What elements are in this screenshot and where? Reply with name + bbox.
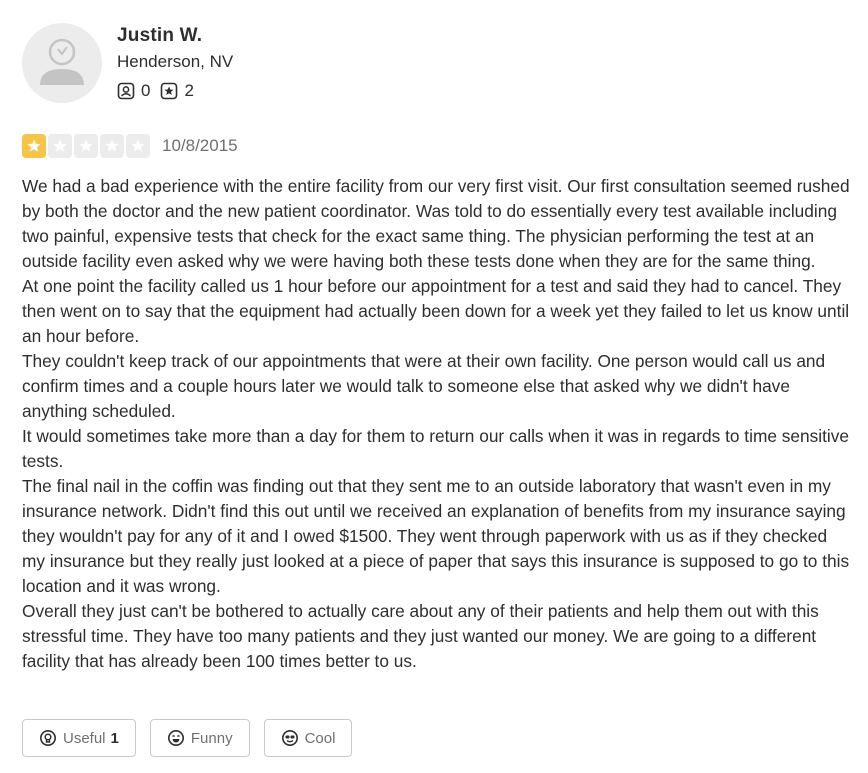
funny-button[interactable]: Funny [149,719,250,757]
review-star-icon [161,82,178,100]
useful-count: 1 [110,729,119,747]
reviews-stat: 2 [160,81,194,101]
star-icon [48,134,72,158]
default-user-icon [40,38,84,85]
useful-label: Useful [63,729,106,747]
friends-stat: 0 [117,81,150,101]
cool-label: Cool [304,729,336,747]
lightbulb-icon [40,730,56,746]
star-icon [22,134,46,158]
useful-button[interactable]: Useful 1 [22,719,136,757]
review-paragraph: Overall they just can't be bothered to a… [22,601,819,671]
friends-icon [117,82,135,100]
review-paragraph: It would sometimes take more than a day … [22,426,849,471]
cool-button[interactable]: Cool [263,719,353,757]
star-icon [100,134,124,158]
user-location: Henderson, NV [117,52,234,71]
laughing-face-icon [167,730,184,746]
star-icon [126,134,150,158]
user-name[interactable]: Justin W. [117,25,202,47]
star-rating [22,134,152,158]
avatar[interactable] [22,23,102,103]
review-paragraph: At one point the facility called us 1 ho… [22,276,850,346]
review-date: 10/8/2015 [162,136,238,155]
rating-row: 10/8/2015 [22,134,238,158]
star-icon [74,134,98,158]
friends-count: 0 [141,81,151,100]
review-paragraph: They couldn't keep track of our appointm… [22,351,826,421]
funny-label: Funny [190,729,233,747]
review-paragraph: The final nail in the coffin was finding… [22,476,850,596]
sunglasses-face-icon [281,730,298,746]
reaction-buttons: Useful 1 Funny Cool [22,719,366,757]
reviews-count: 2 [184,81,194,100]
review-paragraph: We had a bad experience with the entire … [22,176,850,271]
user-stats: 0 2 [117,81,204,101]
review-text: We had a bad experience with the entire … [22,174,852,674]
